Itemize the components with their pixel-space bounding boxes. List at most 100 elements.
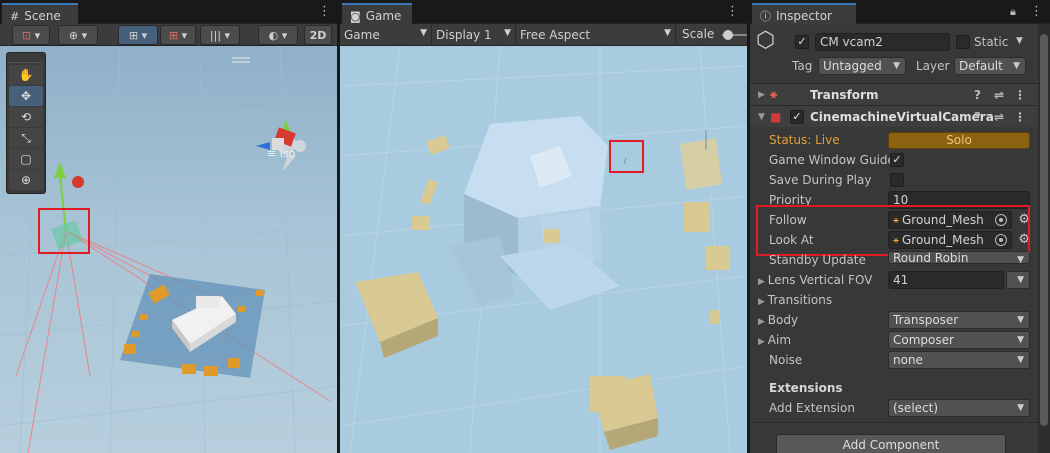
increment-snap-button[interactable]: ⊞ ▾ <box>160 25 196 45</box>
chevron-down-icon[interactable]: ▼ <box>1016 36 1023 46</box>
2d-toggle-button[interactable]: 2D <box>304 25 332 45</box>
chevron-down-icon: ▼ <box>1017 355 1024 365</box>
aim-dropdown[interactable]: Composer ▼ <box>888 331 1030 349</box>
add-extension-dropdown[interactable]: (select) ▼ <box>888 399 1030 417</box>
aspect-select[interactable]: Free Aspect ▼ <box>516 24 676 45</box>
foldout-arrow-icon: ▶ <box>758 89 765 100</box>
foldout-arrow-icon: ▶ <box>758 297 768 307</box>
tab-game[interactable]: ◙ Game <box>342 3 412 25</box>
game-panel: ◙ Game ⋮ Game ▼ Display 1 ▼ Free Aspect ▼ S… <box>340 0 747 453</box>
move-icon: ✥ <box>20 89 32 103</box>
iso-label[interactable]: ≡ Iso <box>267 147 295 160</box>
lens-preset-dropdown[interactable]: ▼ <box>1006 271 1030 289</box>
standby-update-dropdown[interactable]: Round Robin ▼ <box>888 251 1030 264</box>
active-checkbox[interactable]: ✓ <box>795 35 809 49</box>
inspector-menu-icon[interactable]: ⋮ <box>1030 5 1043 19</box>
lock-icon[interactable]: 🔒︎ <box>1010 5 1016 19</box>
draw-mode-icon: ⊡ <box>21 28 32 42</box>
game-tabbar: ◙ Game ⋮ <box>340 0 747 25</box>
hand-tool[interactable]: ✋ <box>9 65 43 85</box>
transitions-row[interactable]: ▶ Transitions <box>758 293 832 307</box>
preset-icon[interactable]: ⇌ <box>994 88 1004 102</box>
draw-mode-button[interactable]: ⊡ ▾ <box>12 25 50 45</box>
chevron-down-icon: ▼ <box>1017 275 1024 285</box>
grid-snap-button[interactable]: ⊞ ▾ <box>118 25 158 45</box>
rect-icon: ▢ <box>20 152 32 166</box>
inspector-panel: ⓘ Inspector 🔒︎ ⋮ ⬡ ✓ CM vcam2 Static ▼ T… <box>750 0 1050 453</box>
chevron-down-icon: ▼ <box>1013 61 1020 71</box>
game-window-guides-checkbox[interactable]: ✓ <box>890 153 904 167</box>
aim-row[interactable]: ▶ Aim <box>758 333 791 347</box>
scale-tool[interactable]: ⤡ <box>9 128 43 148</box>
follow-lookat-highlight <box>756 205 1030 256</box>
transform-icon: ⊕ <box>20 173 32 187</box>
noise-label: Noise <box>769 353 803 367</box>
gamepad-icon: ◙ <box>350 9 361 23</box>
lens-fov-row[interactable]: ▶ Lens Vertical FOV <box>758 273 872 287</box>
scrollbar-thumb[interactable] <box>1040 34 1048 426</box>
inspector-scrollbar[interactable] <box>1038 24 1050 453</box>
scene-menu-icon[interactable]: ⋮ <box>318 5 331 19</box>
tab-scene[interactable]: # Scene <box>2 3 78 25</box>
preset-icon[interactable]: ⇌ <box>994 110 1004 124</box>
component-enabled-checkbox[interactable]: ✓ <box>790 110 804 124</box>
lens-fov-field[interactable]: 41 <box>888 271 1004 289</box>
help-icon[interactable]: ? <box>974 110 981 124</box>
game-view-drawing <box>340 46 747 453</box>
scale-slider-thumb[interactable] <box>723 30 733 40</box>
grid-snap-icon: ⊞ <box>128 28 139 42</box>
rotate-icon: ⟲ <box>20 110 32 124</box>
hand-icon: ✋ <box>18 68 34 82</box>
chevron-down-icon: ▼ <box>1017 335 1024 345</box>
rect-tool[interactable]: ▢ <box>9 149 43 169</box>
status-label: Status: Live <box>769 133 840 147</box>
static-label: Static <box>974 35 1009 49</box>
foldout-arrow-icon: ▶ <box>758 277 768 287</box>
transform-tool[interactable]: ⊕ <box>9 170 43 190</box>
cube-icon: ⬡ <box>756 28 776 53</box>
divider <box>750 422 1038 423</box>
move-tool[interactable]: ✥ <box>9 86 43 106</box>
scale-label: Scale <box>682 27 715 41</box>
foldout-arrow-icon: ▶ <box>758 337 768 347</box>
add-component-button[interactable]: Add Component <box>776 434 1006 453</box>
scene-panel: # Scene ⋮ ⊡ ▾ ⊕ ▾ ⊞ ▾ ⊞ ▾ ||| ▾ ◐ ▾ 2D ≡… <box>0 0 337 453</box>
render-toggle-button[interactable]: ||| ▾ <box>200 25 240 45</box>
cinemachine-header[interactable]: ▼ ■ ✓ CinemachineVirtualCamera ? ⇌ ⋮ <box>750 105 1038 127</box>
save-during-play-checkbox[interactable] <box>890 173 904 187</box>
global-toggle-button[interactable]: ⊕ ▾ <box>58 25 98 45</box>
palette-drag-handle[interactable] <box>9 55 43 63</box>
chevron-down-icon: ▼ <box>893 61 900 71</box>
tab-inspector[interactable]: ⓘ Inspector <box>752 3 856 25</box>
scale-slider[interactable] <box>722 30 747 40</box>
save-during-play-label: Save During Play <box>769 173 872 187</box>
game-mode-select[interactable]: Game ▼ <box>340 24 432 45</box>
game-view[interactable] <box>340 46 747 453</box>
layer-label: Layer <box>916 59 950 73</box>
tag-dropdown[interactable]: Untagged ▼ <box>818 57 906 75</box>
foldout-arrow-icon: ▼ <box>758 111 765 122</box>
shading-button[interactable]: ◐ ▾ <box>258 25 298 45</box>
game-menu-icon[interactable]: ⋮ <box>726 5 739 19</box>
object-name-field[interactable]: CM vcam2 <box>815 33 950 51</box>
solo-button[interactable]: Solo <box>888 132 1030 149</box>
tag-label: Tag <box>792 59 813 73</box>
info-icon: ⓘ <box>760 10 771 23</box>
component-menu-icon[interactable]: ⋮ <box>1014 88 1026 102</box>
noise-dropdown[interactable]: none ▼ <box>888 351 1030 369</box>
body-dropdown[interactable]: Transposer ▼ <box>888 311 1030 329</box>
display-select[interactable]: Display 1 ▼ <box>432 24 516 45</box>
foldout-arrow-icon: ▶ <box>758 317 768 327</box>
body-row[interactable]: ▶ Body <box>758 313 798 327</box>
standby-update-label: Standby Update <box>769 253 866 267</box>
help-icon[interactable]: ? <box>974 88 981 102</box>
component-menu-icon[interactable]: ⋮ <box>1014 110 1026 124</box>
globe-icon: ⊕ <box>68 28 79 42</box>
layer-dropdown[interactable]: Default ▼ <box>954 57 1026 75</box>
chevron-down-icon: ▼ <box>1017 315 1024 325</box>
transform-header[interactable]: ▶ ⚹ Transform ? ⇌ ⋮ <box>750 83 1038 105</box>
static-checkbox[interactable] <box>956 35 970 49</box>
rotate-tool[interactable]: ⟲ <box>9 107 43 127</box>
inspector-tabbar: ⓘ Inspector 🔒︎ ⋮ <box>750 0 1050 25</box>
game-target-highlight <box>609 140 644 173</box>
